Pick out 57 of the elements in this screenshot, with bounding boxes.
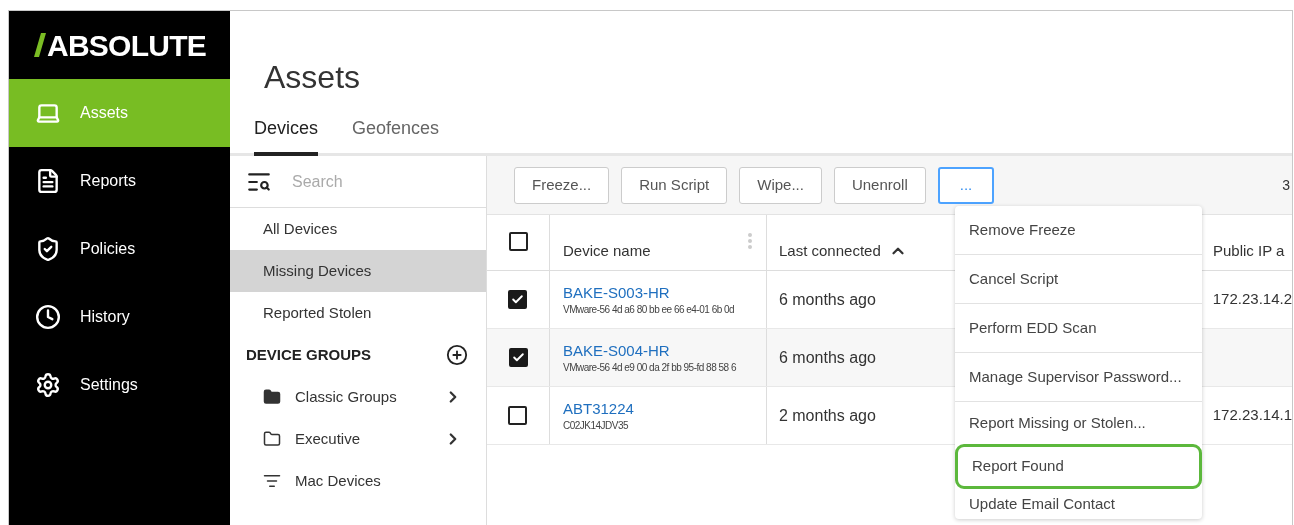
search-field[interactable]: Search (292, 169, 442, 194)
device-link[interactable]: ABT31224 (563, 398, 766, 418)
filter-icon (263, 472, 281, 490)
filter-item[interactable]: Reported Stolen (230, 292, 486, 334)
menu-item[interactable]: Remove Freeze (955, 206, 1202, 255)
section-heading: DEVICE GROUPS (246, 344, 372, 365)
column-header[interactable]: Public IP a (1213, 239, 1285, 262)
checkbox[interactable] (508, 406, 528, 425)
tab[interactable]: Devices (254, 115, 319, 156)
filter-item[interactable]: Missing Devices (230, 250, 486, 292)
menu-item[interactable]: Perform EDD Scan (955, 304, 1202, 353)
filter-item[interactable]: All Devices (230, 208, 486, 250)
device-link[interactable]: BAKE-S003-HR (563, 282, 766, 302)
settings-icon (35, 372, 61, 398)
device-link[interactable]: BAKE-S004-HR (563, 340, 766, 360)
check-icon (511, 293, 525, 306)
toolbar-button[interactable]: Freeze... (514, 166, 610, 204)
device-serial: VMware-56 4d a6 80 bb ee 66 e4-01 6b 0d (563, 302, 736, 317)
table-cell-text: 172.23.14.2 (1212, 289, 1292, 310)
toolbar-button[interactable]: ... (937, 166, 995, 204)
group-item[interactable]: Classic Groups (230, 376, 486, 418)
column-header[interactable]: Device name (563, 239, 651, 262)
checkbox[interactable] (508, 232, 528, 251)
toolbar-button[interactable]: Unenroll (833, 166, 926, 204)
device-serial: VMware-56 4d e9 00 da 2f bb 95-fd 88 58 6 (563, 360, 737, 375)
table-cell-text: 172.23.14.1 (1212, 405, 1292, 426)
menu-item[interactable]: Report Missing or Stolen... (955, 402, 1202, 444)
toolbar-button[interactable]: Wipe... (739, 166, 822, 204)
page-title: Assets (263, 58, 362, 97)
folder-icon (263, 430, 281, 448)
table-cell-text: 2 months ago (778, 405, 876, 426)
device-serial: C02JK14JDV35 (563, 418, 630, 433)
checkbox[interactable] (508, 348, 528, 367)
tab[interactable]: Geofences (352, 115, 440, 156)
slash-icon (34, 33, 46, 57)
column-header[interactable]: Last connected (779, 239, 881, 262)
group-item[interactable]: Executive (230, 418, 486, 460)
table-cell-text: 6 months ago (779, 347, 876, 368)
logo: ABSOLUTE (47, 27, 206, 64)
menu-item[interactable]: Report Found (955, 444, 1202, 489)
group-label: Executive (295, 428, 362, 449)
menu-item[interactable]: Manage Supervisor Password... (955, 353, 1202, 402)
document-icon (35, 168, 61, 194)
add-icon[interactable] (446, 344, 468, 366)
item-count: 3 (1282, 175, 1290, 195)
menu-item[interactable]: Cancel Script (955, 255, 1202, 304)
shield-icon (35, 236, 61, 262)
clock-icon (35, 304, 61, 330)
folder-icon (263, 388, 281, 406)
group-item[interactable]: Mac Devices (230, 460, 486, 502)
toolbar-button[interactable]: Run Script (621, 166, 728, 204)
group-label: Mac Devices (295, 470, 382, 491)
group-label: Classic Groups (295, 386, 398, 407)
check-icon (511, 351, 525, 364)
table-cell-text: 6 months ago (778, 289, 876, 310)
checkbox[interactable] (508, 290, 528, 309)
menu-item[interactable]: Update Email Contact (955, 489, 1202, 519)
